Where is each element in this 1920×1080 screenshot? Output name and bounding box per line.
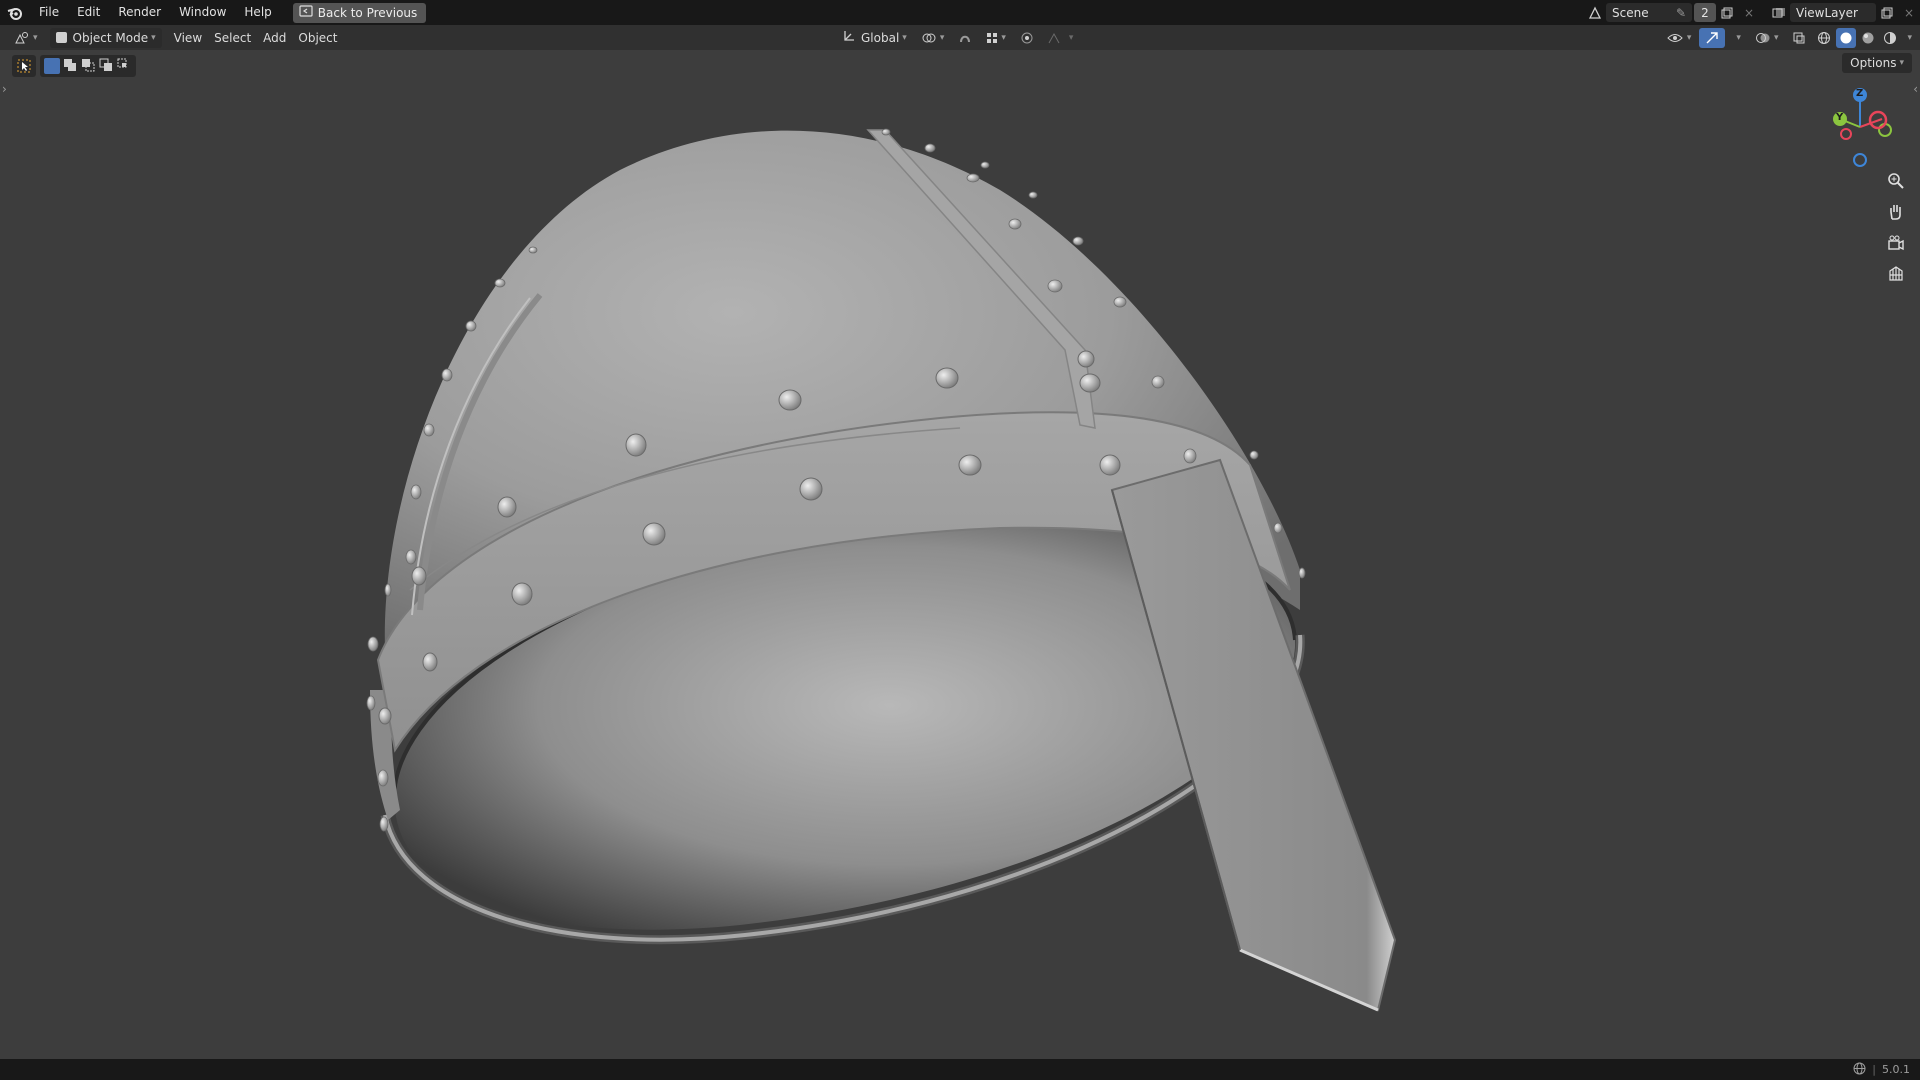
chevron-down-icon: ▾ [151,32,156,43]
scene-name-field[interactable]: Scene ✎ [1606,3,1692,22]
header-menu-add[interactable]: Add [257,28,292,48]
scene-controls: Scene ✎ 2 × ViewLayer × [1584,0,1920,25]
header-menu-object[interactable]: Object [292,28,343,48]
back-to-previous-button[interactable]: Back to Previous [292,2,427,23]
select-extend-icon[interactable] [62,57,78,76]
back-to-previous-label: Back to Previous [317,5,418,20]
scene-icon[interactable] [1584,3,1606,22]
overlay-icon[interactable]: ▾ [1749,28,1785,48]
selection-mode-group [40,55,136,77]
gizmo-y-label: Y [1836,112,1844,123]
camera-view-icon[interactable] [1882,230,1910,255]
select-subtract-icon[interactable] [80,57,96,76]
orientation-label: Global [861,30,900,45]
helmet-model [366,128,1397,1012]
remove-scene-icon[interactable]: × [1738,3,1760,22]
shading-material-icon[interactable] [1858,28,1878,48]
ortho-grid-icon[interactable] [1882,261,1910,286]
snap-target-icon[interactable]: ▾ [980,28,1012,48]
object-mode-icon [55,32,67,43]
version-label: 5.0.1 [1882,1063,1910,1076]
navigation-gizmo[interactable]: Z Y [1830,83,1910,171]
select-new-icon[interactable] [44,58,60,74]
gizmo-icon[interactable] [1699,27,1726,48]
transform-orientation-dropdown[interactable]: Global ▾ [836,28,913,48]
scene-name: Scene [1612,5,1649,20]
shading-dropdown[interactable]: ▾ [1902,28,1914,48]
remove-view-layer-icon[interactable]: × [1898,3,1920,22]
status-bar: | 5.0.1 [0,1059,1920,1080]
snap-icon[interactable] [952,28,978,48]
sidebar-expand-icon[interactable]: ‹ [1913,82,1918,96]
falloff-icon[interactable]: ▾ [1042,28,1080,48]
mode-dropdown[interactable]: Object Mode ▾ [49,27,162,48]
menu-render[interactable]: Render [109,0,170,25]
proportional-edit-icon[interactable] [1014,28,1040,48]
status-divider: | [1872,1063,1876,1076]
pivot-icon[interactable]: ▾ [915,28,951,48]
viewport-display-tools: ▾ ▾ ▾ ▾ [1660,27,1914,48]
header-menu-view[interactable]: View [168,28,208,48]
select-intersect-icon[interactable] [116,57,132,76]
select-invert-icon[interactable] [98,57,114,76]
blender-logo-icon[interactable] [0,0,30,25]
editor-type-icon[interactable]: ▾ [8,28,44,48]
menu-window[interactable]: Window [170,0,235,25]
back-screen-icon [299,5,313,20]
menu-help[interactable]: Help [235,0,280,25]
shading-wireframe-icon[interactable] [1814,28,1834,48]
view-layer-name: ViewLayer [1796,5,1858,20]
3d-viewport[interactable]: Options ▾ › ‹ Z Y [0,50,1920,1059]
transform-tools: Global ▾ ▾ ▾ ▾ [836,27,1079,48]
select-tool-icon[interactable] [12,55,36,77]
pan-hand-icon[interactable] [1882,199,1910,224]
visibility-icon[interactable]: ▾ [1660,28,1698,48]
gizmo-z-label: Z [1856,88,1864,99]
shading-rendered-icon[interactable] [1880,28,1900,48]
top-menu-bar: File Edit Render Window Help Back to Pre… [0,0,1920,25]
viewport-header: ▾ Object Mode ▾ View Select Add Object G… [0,25,1920,50]
view-layer-icon[interactable] [1768,3,1790,22]
view-layer-field[interactable]: ViewLayer [1790,3,1876,22]
pin-icon[interactable]: ✎ [1676,6,1686,20]
options-label: Options [1850,56,1897,70]
header-menu-select[interactable]: Select [208,28,257,48]
options-dropdown[interactable]: Options ▾ [1842,53,1912,73]
navigation-tools [1882,168,1910,286]
menu-file[interactable]: File [30,0,68,25]
shading-solid-icon[interactable] [1836,27,1857,48]
toolbar-expand-icon[interactable]: › [2,82,7,96]
new-view-layer-icon[interactable] [1876,3,1898,22]
transform-orientation-icon [842,29,856,46]
zoom-icon[interactable] [1882,168,1910,193]
new-scene-icon[interactable] [1716,3,1738,22]
scene-users-count[interactable]: 2 [1694,3,1716,22]
select-tool-row [12,55,136,77]
xray-icon[interactable] [1786,28,1812,48]
menu-edit[interactable]: Edit [68,0,109,25]
globe-icon[interactable] [1853,1062,1866,1078]
mode-label: Object Mode [72,30,149,45]
gizmo-dropdown[interactable]: ▾ [1727,28,1747,48]
